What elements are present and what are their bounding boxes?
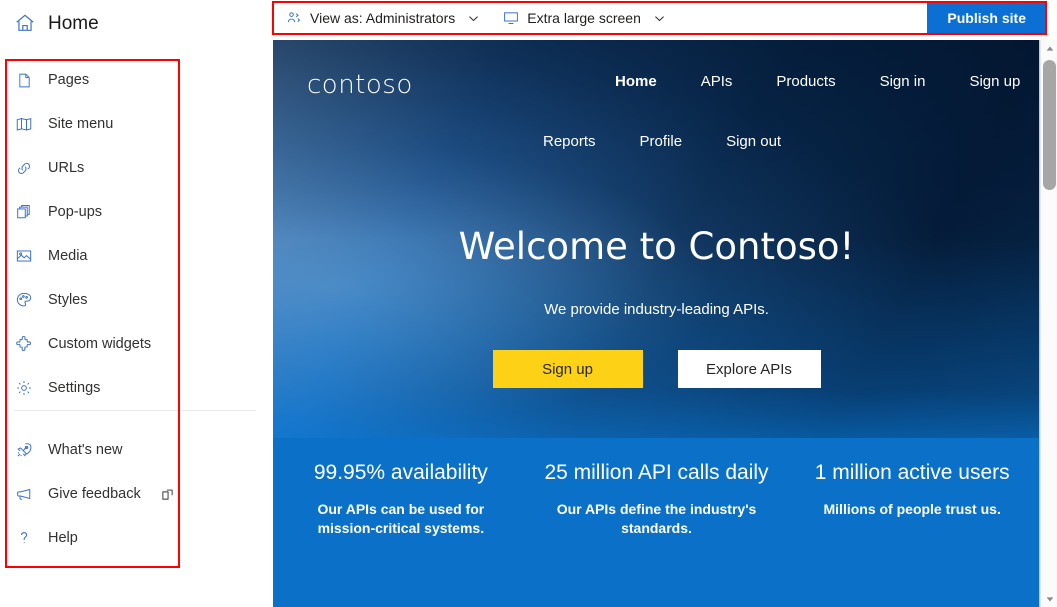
nav-link-profile[interactable]: Profile bbox=[618, 133, 705, 150]
copy-icon bbox=[14, 202, 34, 222]
sidebar-item-styles[interactable]: Styles bbox=[0, 278, 270, 322]
sidebar-item-label: Pages bbox=[48, 72, 90, 88]
stat-text: Our APIs define the industry's standards… bbox=[556, 501, 757, 537]
view-as-dropdown[interactable]: View as: Administrators bbox=[273, 4, 490, 32]
sidebar-item-help[interactable]: Help bbox=[0, 516, 270, 560]
stat-heading: 99.95% availability bbox=[313, 461, 488, 484]
home-icon bbox=[14, 12, 36, 34]
sidebar-item-settings[interactable]: Settings bbox=[0, 366, 270, 410]
sidebar-item-label: Site menu bbox=[48, 116, 114, 132]
sidebar-item-pages[interactable]: Pages bbox=[0, 58, 270, 102]
sidebar-item-media[interactable]: Media bbox=[0, 234, 270, 278]
sidebar-item-urls[interactable]: URLs bbox=[0, 146, 270, 190]
stat-card: 1 million active users Millions of peopl… bbox=[784, 438, 1040, 607]
site-logo[interactable]: contoso bbox=[307, 70, 413, 100]
page-title: Home bbox=[14, 8, 99, 38]
nav-link-sign-in[interactable]: Sign in bbox=[858, 73, 948, 90]
publish-site-button[interactable]: Publish site bbox=[927, 3, 1046, 33]
stat-card: 99.95% availability Our APIs can be used… bbox=[273, 438, 529, 607]
hero-subtitle: We provide industry-leading APIs. bbox=[544, 301, 769, 318]
monitor-icon bbox=[502, 9, 520, 27]
stat-text: Millions of people trust us. bbox=[823, 501, 1001, 518]
scroll-down-icon[interactable] bbox=[1041, 590, 1057, 607]
link-icon bbox=[14, 158, 34, 178]
nav-link-sign-up[interactable]: Sign up bbox=[947, 73, 1040, 90]
hero-sign-up-button[interactable]: Sign up bbox=[492, 350, 643, 388]
hero-section: contoso Home APIs Products Sign in Sign … bbox=[273, 40, 1040, 438]
hero-buttons: Sign up Explore APIs bbox=[273, 350, 1040, 388]
sidebar-item-label: Pop-ups bbox=[48, 204, 103, 220]
sidebar-item-label: Custom widgets bbox=[48, 336, 152, 352]
book-icon bbox=[14, 114, 34, 134]
page-icon bbox=[14, 70, 34, 90]
image-icon bbox=[14, 246, 34, 266]
sidebar-item-label: Help bbox=[48, 530, 78, 546]
people-icon bbox=[285, 9, 303, 27]
stats-section: 99.95% availability Our APIs can be used… bbox=[273, 438, 1040, 607]
stat-card: 25 million API calls daily Our APIs defi… bbox=[529, 438, 785, 607]
rocket-icon bbox=[14, 440, 34, 460]
chevron-down-icon bbox=[467, 12, 480, 25]
gear-icon bbox=[14, 378, 34, 398]
editor-toolbar: View as: Administrators Extra large scre… bbox=[273, 2, 1046, 34]
sidebar-item-give-feedback[interactable]: Give feedback bbox=[0, 472, 270, 516]
vertical-scrollbar[interactable] bbox=[1040, 40, 1057, 607]
scroll-up-icon[interactable] bbox=[1041, 40, 1057, 57]
chevron-down-icon bbox=[653, 12, 666, 25]
sidebar-item-label: Settings bbox=[48, 380, 101, 396]
palette-icon bbox=[14, 290, 34, 310]
nav-link-sign-out[interactable]: Sign out bbox=[704, 133, 803, 150]
nav-link-home[interactable]: Home bbox=[593, 73, 679, 90]
screen-size-dropdown[interactable]: Extra large screen bbox=[490, 4, 676, 32]
sidebar-item-site-menu[interactable]: Site menu bbox=[0, 102, 270, 146]
hero-explore-apis-button[interactable]: Explore APIs bbox=[677, 350, 821, 388]
site-preview-canvas: contoso Home APIs Products Sign in Sign … bbox=[273, 40, 1040, 607]
view-as-label: View as: Administrators bbox=[310, 10, 456, 26]
stat-heading: 1 million active users bbox=[814, 461, 1010, 484]
sidebar-item-custom-widgets[interactable]: Custom widgets bbox=[0, 322, 270, 366]
sidebar-item-pop-ups[interactable]: Pop-ups bbox=[0, 190, 270, 234]
primary-nav: Home APIs Products Sign in Sign up bbox=[593, 73, 1040, 90]
sidebar-item-label: Styles bbox=[48, 292, 88, 308]
external-link-icon bbox=[161, 488, 174, 501]
page-title-label: Home bbox=[48, 12, 99, 34]
scrollbar-thumb[interactable] bbox=[1043, 60, 1056, 190]
secondary-nav: Reports Profile Sign out bbox=[521, 133, 803, 150]
screen-size-label: Extra large screen bbox=[527, 10, 641, 26]
hero-title: Welcome to Contoso! bbox=[458, 225, 855, 268]
app-root: Home Pages Site menu URLs Pop-ups Media … bbox=[0, 0, 1057, 607]
puzzle-icon bbox=[14, 334, 34, 354]
nav-link-apis[interactable]: APIs bbox=[679, 73, 755, 90]
sidebar-item-whats-new[interactable]: What's new bbox=[0, 428, 270, 472]
sidebar-nav: Pages Site menu URLs Pop-ups Media Style… bbox=[0, 58, 270, 560]
sidebar-divider bbox=[0, 410, 270, 428]
left-panel: Home Pages Site menu URLs Pop-ups Media … bbox=[0, 0, 270, 607]
nav-link-products[interactable]: Products bbox=[754, 73, 857, 90]
stat-heading: 25 million API calls daily bbox=[544, 461, 769, 484]
sidebar-item-label: URLs bbox=[48, 160, 85, 176]
sidebar-item-label: What's new bbox=[48, 442, 123, 458]
question-icon bbox=[14, 528, 34, 548]
sidebar-item-label: Media bbox=[48, 248, 88, 264]
stat-text: Our APIs can be used for mission-critica… bbox=[317, 501, 485, 537]
sidebar-item-label: Give feedback bbox=[48, 486, 141, 502]
nav-link-reports[interactable]: Reports bbox=[521, 133, 618, 150]
megaphone-icon bbox=[14, 484, 34, 504]
